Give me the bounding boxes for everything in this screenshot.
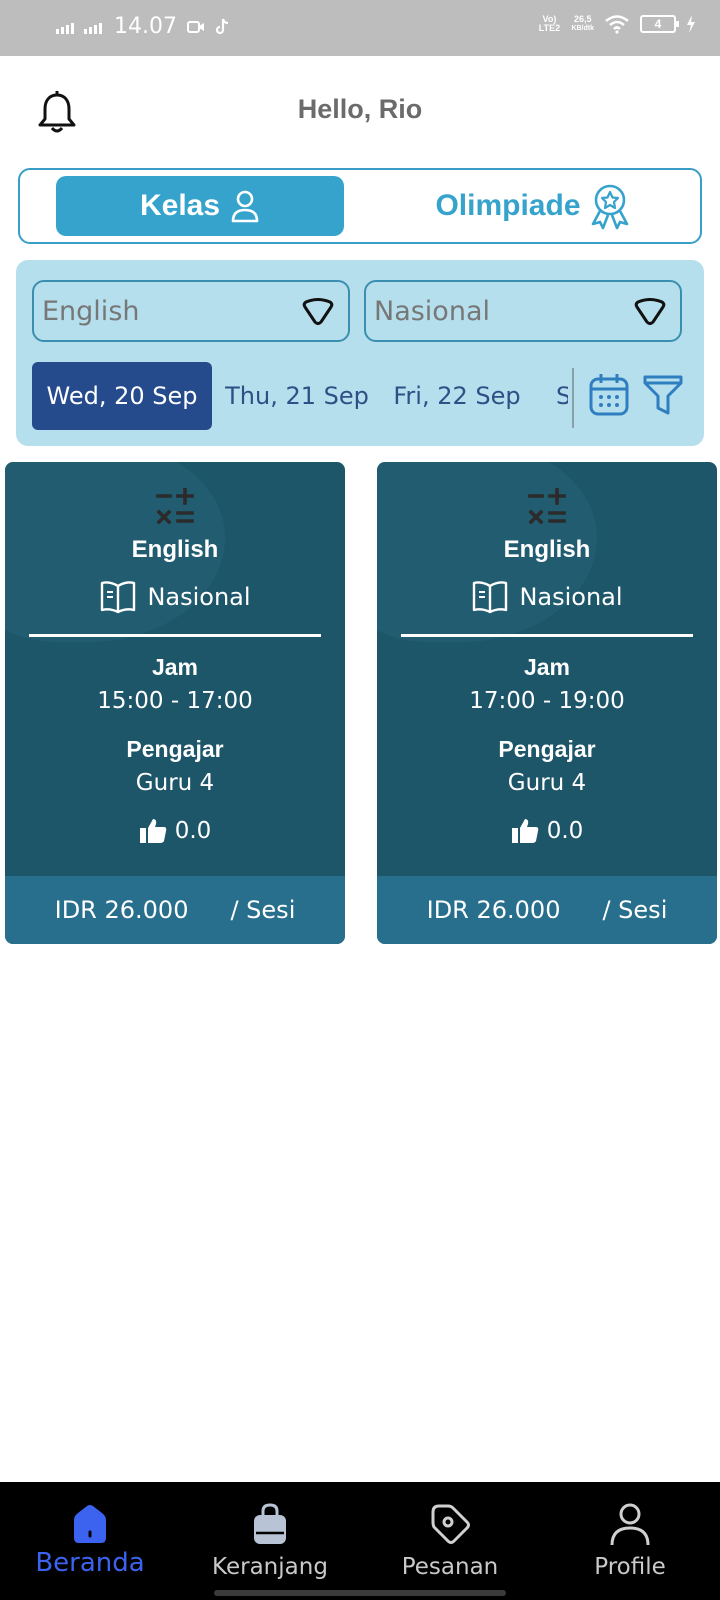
signal-icon	[56, 20, 74, 34]
chevron-down-icon	[634, 298, 666, 325]
nav-keranjang[interactable]: Keranjang	[180, 1482, 360, 1600]
card-jam-label: Jam	[523, 654, 571, 680]
tab-kelas-label: Kelas	[139, 189, 221, 222]
card-divider	[401, 634, 693, 637]
nav-pesanan[interactable]: Pesanan	[360, 1482, 540, 1600]
date-chip[interactable]: Thu, 21 Sep	[225, 362, 369, 430]
card-per: / Sesi	[602, 896, 668, 924]
speed-value: 26,5	[573, 14, 592, 24]
card-rating: 0.0	[5, 818, 345, 844]
tag-icon	[431, 1504, 470, 1544]
card-level-label: Nasional	[147, 583, 251, 611]
status-right: Vo) LTE2 26,5 KB/dtk 4	[537, 14, 696, 34]
date-selector[interactable]: Wed, 20 Sep Thu, 21 Sep Fri, 22 Sep S	[32, 362, 568, 430]
math-icon	[156, 488, 194, 525]
card-pengajar-label: Pengajar	[498, 736, 596, 762]
signal-icon	[84, 20, 102, 34]
card-pengajar-label: Pengajar	[126, 736, 224, 762]
speed-unit: KB/dtk	[571, 25, 594, 32]
video-icon	[186, 20, 204, 33]
card-rating-value: 0.0	[546, 818, 584, 844]
card-price-bar: IDR 26.000 / Sesi	[377, 876, 717, 944]
card-rating-value: 0.0	[174, 818, 212, 844]
card-level-label: Nasional	[519, 583, 623, 611]
nav-beranda[interactable]: Beranda	[0, 1482, 180, 1600]
status-left: 14.07	[56, 14, 231, 39]
status-bar: 14.07 Vo) LTE2 26,5 KB/dtk 4	[0, 0, 720, 56]
class-card[interactable]: English Nasional Jam 17:00 - 19:00 Penga…	[377, 462, 717, 944]
card-price: IDR 26.000	[426, 896, 561, 924]
tab-kelas[interactable]: Kelas	[56, 176, 344, 236]
profile-icon	[610, 1503, 650, 1546]
card-per: / Sesi	[230, 896, 296, 924]
award-icon	[591, 184, 628, 230]
tiktok-icon	[215, 18, 229, 34]
date-chip[interactable]: Fri, 22 Sep	[392, 362, 522, 430]
network-label: Vo) LTE2	[538, 14, 561, 33]
filter-button[interactable]	[642, 372, 684, 418]
bag-icon	[254, 1503, 286, 1544]
nav-label: Keranjang	[212, 1554, 328, 1580]
card-jam-value: 15:00 - 17:00	[97, 688, 253, 714]
speed-indicator: 26,5 KB/dtk	[571, 15, 594, 33]
charging-icon	[687, 15, 695, 33]
calendar-icon	[589, 374, 629, 416]
chevron-down-icon	[302, 298, 334, 325]
class-card[interactable]: English Nasional Jam 15:00 - 17:00 Penga…	[5, 462, 345, 944]
filter-panel: English Nasional Wed, 20 Sep Thu, 21 Sep…	[16, 260, 704, 446]
category-segment: Kelas Olimpiade	[18, 168, 702, 244]
status-time: 14.07	[114, 14, 177, 39]
card-jam-label: Jam	[151, 654, 199, 680]
book-icon	[101, 581, 136, 614]
nav-label: Pesanan	[401, 1554, 499, 1580]
battery-icon: 4	[640, 15, 679, 33]
card-divider	[29, 634, 321, 637]
user-icon	[231, 190, 259, 223]
filter-icon	[643, 375, 683, 415]
subject-dropdown[interactable]: English	[32, 280, 350, 342]
card-price: IDR 26.000	[54, 896, 189, 924]
card-subject: English	[131, 536, 219, 563]
wifi-icon	[605, 15, 629, 34]
level-value: Nasional	[374, 295, 490, 327]
greeting-title: Hello, Rio	[297, 94, 423, 124]
calendar-button[interactable]	[588, 372, 630, 418]
subject-value: English	[42, 295, 140, 327]
date-chip-selected[interactable]: Wed, 20 Sep	[32, 362, 212, 430]
thumbs-up-icon	[511, 819, 538, 843]
nav-label: Profile	[594, 1554, 666, 1580]
date-chip[interactable]: S	[556, 362, 568, 430]
card-pengajar-value: Guru 4	[135, 770, 215, 796]
book-icon	[473, 581, 508, 614]
home-icon	[74, 1505, 106, 1543]
nav-profile[interactable]: Profile	[540, 1482, 720, 1600]
tab-olimpiade[interactable]: Olimpiade	[384, 176, 684, 236]
divider	[572, 368, 574, 428]
card-level: Nasional	[377, 580, 717, 614]
battery-level: 4	[654, 17, 662, 31]
tab-olimpiade-label: Olimpiade	[435, 189, 581, 222]
level-dropdown[interactable]: Nasional	[364, 280, 682, 342]
card-price-bar: IDR 26.000 / Sesi	[5, 876, 345, 944]
math-icon	[528, 488, 566, 525]
bottom-nav: Beranda Keranjang Pesanan Profile	[0, 1482, 720, 1600]
card-pengajar-value: Guru 4	[507, 770, 587, 796]
home-indicator	[214, 1590, 506, 1596]
card-subject: English	[503, 536, 591, 563]
nav-label: Beranda	[35, 1548, 145, 1578]
thumbs-up-icon	[139, 819, 166, 843]
card-jam-value: 17:00 - 19:00	[469, 688, 625, 714]
card-rating: 0.0	[377, 818, 717, 844]
card-level: Nasional	[5, 580, 345, 614]
